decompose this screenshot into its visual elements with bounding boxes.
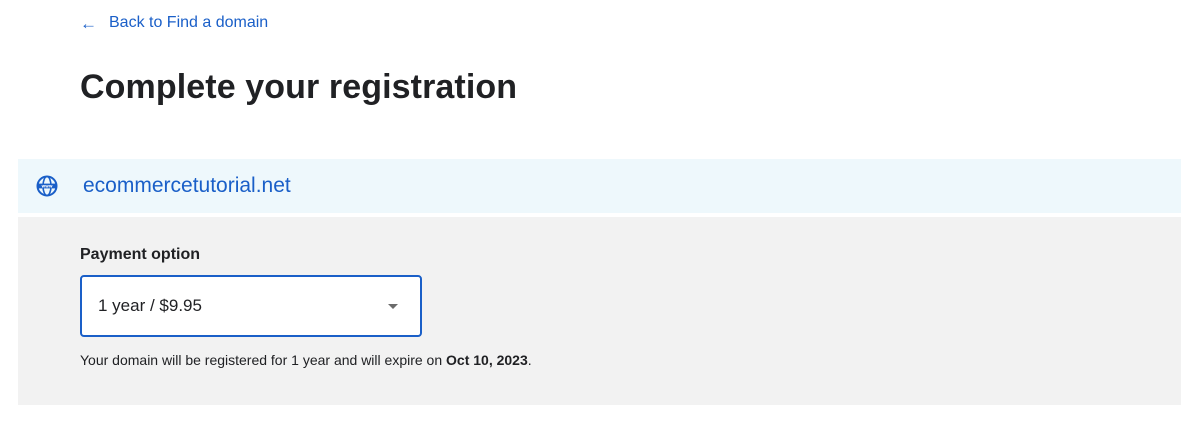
payment-option-label: Payment option — [80, 246, 201, 263]
payment-option-selected-value: 1 year / $9.95 — [98, 296, 202, 315]
expiry-note: Your domain will be registered for 1 yea… — [80, 352, 532, 368]
expiry-note-suffix: . — [527, 352, 532, 368]
page-title: Complete your registration — [80, 68, 518, 106]
back-to-find-domain-link[interactable]: ← Back to Find a domain — [80, 12, 268, 34]
domain-header: www ecommercetutorial.net — [18, 159, 1181, 213]
domain-name: ecommercetutorial.net — [83, 174, 291, 197]
expiry-note-text: Your domain will be registered for 1 yea… — [80, 352, 447, 368]
caret-down-icon — [388, 303, 398, 309]
back-link-label: Back to Find a domain — [109, 14, 269, 31]
arrow-left-icon: ← — [80, 13, 97, 33]
payment-panel: Payment option 1 year / $9.95 Your domai… — [18, 217, 1181, 405]
globe-icon: www — [36, 175, 58, 197]
svg-text:www: www — [41, 184, 52, 189]
expiry-date: Oct 10, 2023 — [446, 352, 528, 368]
payment-option-select[interactable]: 1 year / $9.95 — [80, 275, 422, 337]
